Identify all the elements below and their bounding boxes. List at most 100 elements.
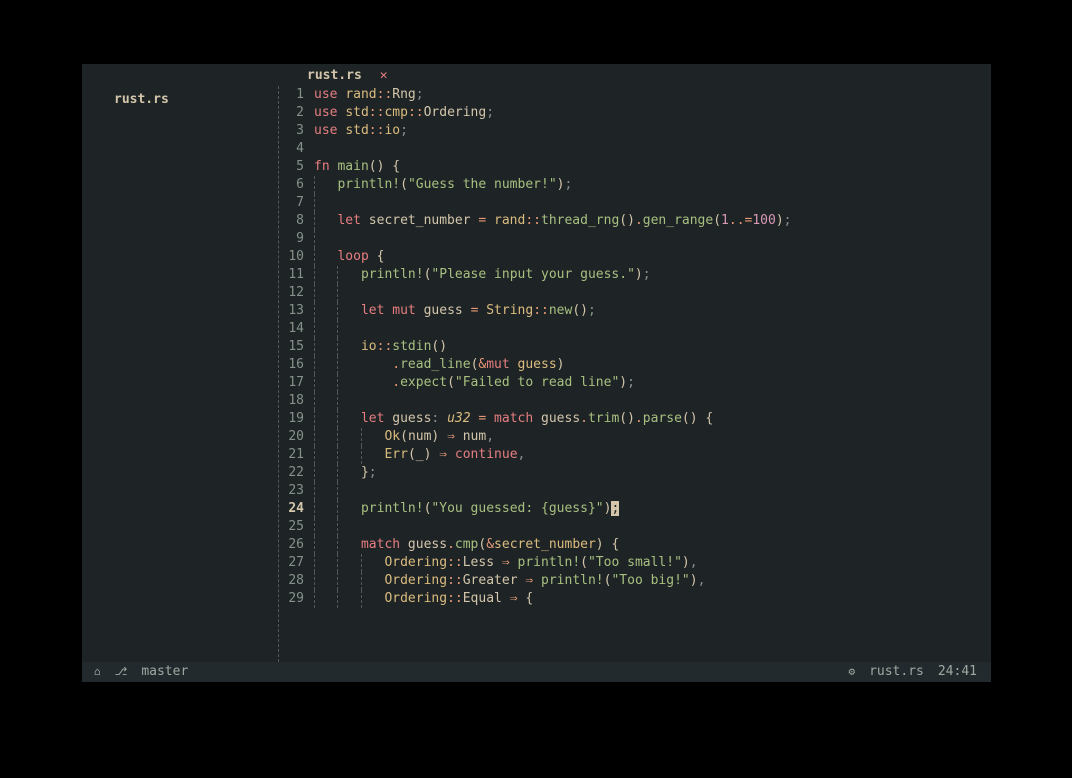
- token: "Guess the number!": [408, 177, 557, 192]
- code-line[interactable]: .expect("Failed to read line");: [314, 374, 991, 392]
- code-line[interactable]: [314, 230, 991, 248]
- code-line[interactable]: use std::io;: [314, 122, 991, 140]
- token: ::: [369, 123, 385, 138]
- token: ::: [377, 87, 393, 102]
- indent-guide: [337, 392, 338, 410]
- tab-rust-rs[interactable]: rust.rs ✕: [307, 68, 388, 83]
- token: ⇒: [525, 573, 533, 588]
- token: [337, 357, 392, 372]
- token: ::: [447, 573, 463, 588]
- line-number: 10: [280, 248, 304, 266]
- token: guess: [518, 357, 557, 372]
- indent-guide: [337, 482, 338, 500]
- gear-icon[interactable]: ⚙: [848, 662, 855, 682]
- token: ;: [784, 213, 792, 228]
- code-line[interactable]: [314, 392, 991, 410]
- token: num: [455, 429, 486, 444]
- token: io: [384, 123, 400, 138]
- token: num: [408, 429, 431, 444]
- token: "Too big!": [611, 573, 689, 588]
- code-line[interactable]: loop {: [314, 248, 991, 266]
- token: [447, 447, 455, 462]
- token: (: [400, 177, 408, 192]
- code-line[interactable]: [314, 140, 991, 158]
- token: "Too small!": [588, 555, 682, 570]
- code-line[interactable]: Ok(num) ⇒ num,: [314, 428, 991, 446]
- code-line[interactable]: [314, 518, 991, 536]
- token: [439, 411, 447, 426]
- tab-label: rust.rs: [307, 68, 362, 83]
- token: [314, 573, 337, 588]
- token: loop: [337, 249, 368, 264]
- code-line[interactable]: Err(_) ⇒ continue,: [314, 446, 991, 464]
- token: Ordering: [424, 105, 487, 120]
- token: ::: [377, 339, 393, 354]
- token: [314, 339, 337, 354]
- token: [486, 213, 494, 228]
- file-tree-item[interactable]: rust.rs: [114, 92, 169, 107]
- code-line[interactable]: println!("Please input your guess.");: [314, 266, 991, 284]
- code-line[interactable]: [314, 482, 991, 500]
- token: ::: [533, 303, 549, 318]
- code-line[interactable]: io::stdin(): [314, 338, 991, 356]
- token: [486, 411, 494, 426]
- token: Ordering: [384, 573, 447, 588]
- code-line[interactable]: fn main() {: [314, 158, 991, 176]
- token: println!: [541, 573, 604, 588]
- line-number: 12: [280, 284, 304, 302]
- token: (): [682, 411, 698, 426]
- token: thread_rng: [541, 213, 619, 228]
- token: [361, 591, 384, 606]
- line-number: 4: [280, 140, 304, 158]
- cursor-position: 24:41: [938, 662, 977, 682]
- home-icon[interactable]: ⌂: [94, 662, 101, 682]
- branch-icon: ⎇: [115, 662, 128, 682]
- token: match: [361, 537, 400, 552]
- code-line[interactable]: println!("Guess the number!");: [314, 176, 991, 194]
- token: std: [345, 105, 368, 120]
- token: ;: [564, 177, 572, 192]
- token: ..=: [729, 213, 752, 228]
- code-line[interactable]: let mut guess = String::new();: [314, 302, 991, 320]
- token: Less: [463, 555, 494, 570]
- token: trim: [588, 411, 619, 426]
- tab-bar: rust.rs ✕: [82, 64, 991, 86]
- code-line[interactable]: .read_line(&mut guess): [314, 356, 991, 374]
- token: ;: [588, 303, 596, 318]
- line-number: 19: [280, 410, 304, 428]
- code-line[interactable]: println!("You guessed: {guess}");: [314, 500, 991, 518]
- code-line[interactable]: use std::cmp::Ordering;: [314, 104, 991, 122]
- code-line[interactable]: use rand::Rng;: [314, 86, 991, 104]
- code-line[interactable]: Ordering::Less ⇒ println!("Too small!"),: [314, 554, 991, 572]
- token: [337, 555, 360, 570]
- code-line[interactable]: };: [314, 464, 991, 482]
- code-line[interactable]: [314, 194, 991, 212]
- token: Rng: [392, 87, 415, 102]
- code-line[interactable]: let secret_number = rand::thread_rng().g…: [314, 212, 991, 230]
- code-area[interactable]: use rand::Rng;use std::cmp::Ordering;use…: [310, 86, 991, 662]
- code-line[interactable]: [314, 284, 991, 302]
- code-line[interactable]: let guess: u32 = match guess.trim().pars…: [314, 410, 991, 428]
- token: ⇒: [447, 429, 455, 444]
- line-number: 18: [280, 392, 304, 410]
- token: ::: [447, 555, 463, 570]
- code-line[interactable]: [314, 320, 991, 338]
- code-line[interactable]: Ordering::Greater ⇒ println!("Too big!")…: [314, 572, 991, 590]
- line-number-gutter: 1234567891011121314151617181920212223242…: [280, 86, 310, 662]
- token: ): [776, 213, 784, 228]
- line-number: 11: [280, 266, 304, 284]
- indent-guide: [314, 230, 315, 248]
- line-number: 26: [280, 536, 304, 554]
- token: ;: [486, 105, 494, 120]
- token: _: [416, 447, 424, 462]
- token: [337, 411, 360, 426]
- code-line[interactable]: Ordering::Equal ⇒ {: [314, 590, 991, 608]
- token: guess: [416, 303, 471, 318]
- indent-guide: [337, 284, 338, 302]
- token: [510, 555, 518, 570]
- file-tree[interactable]: rust.rs: [82, 86, 278, 662]
- token: ,: [486, 429, 494, 444]
- code-line[interactable]: match guess.cmp(&secret_number) {: [314, 536, 991, 554]
- line-number: 29: [280, 590, 304, 608]
- close-icon[interactable]: ✕: [380, 68, 388, 83]
